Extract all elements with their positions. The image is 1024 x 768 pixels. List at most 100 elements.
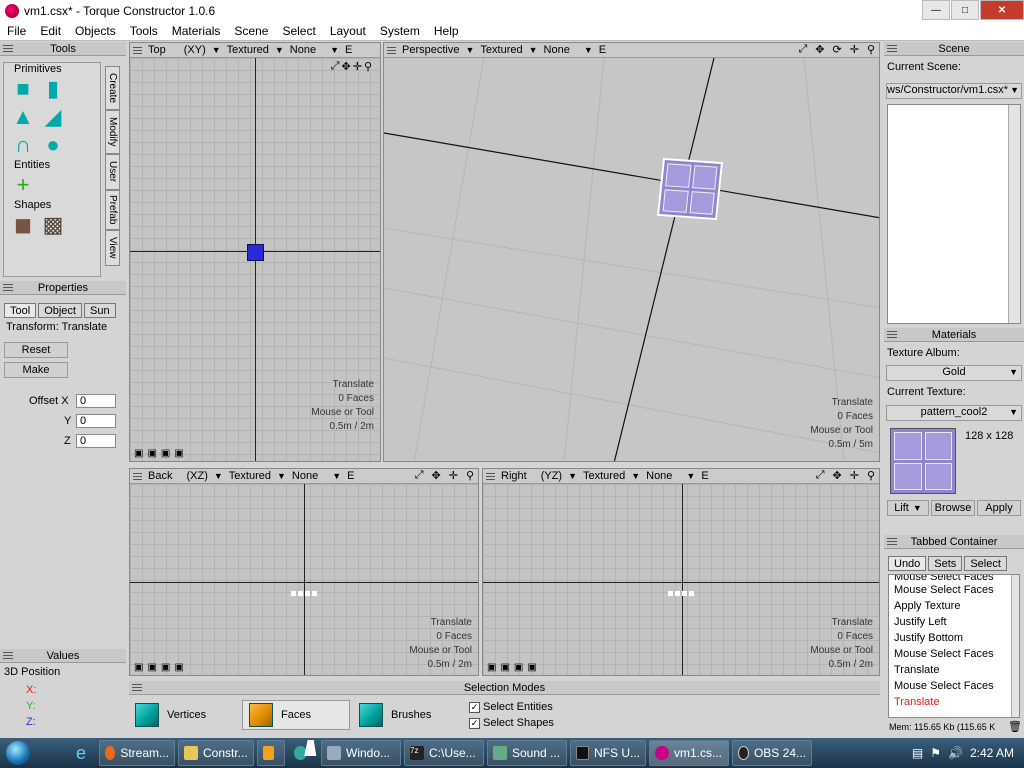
viewport-back[interactable]: Back (XZ) ▼ Textured ▼ None ▼ E ⤢ ✥ ✛ ⚲ Transl… [129, 468, 479, 676]
faces-mode-button[interactable]: Faces [242, 700, 350, 730]
zoom-icon[interactable]: ⚲ [867, 43, 875, 56]
current-texture-dropdown[interactable]: pattern_cool2 ▼ [886, 405, 1022, 421]
chevron-down-icon[interactable]: ▼ [584, 45, 593, 55]
viewport-back-name[interactable]: Back [148, 470, 172, 482]
properties-panel-header[interactable]: Properties [0, 281, 126, 295]
start-button[interactable] [0, 738, 36, 768]
trash-icon[interactable]: 🗑 [1008, 720, 1022, 733]
layout-icon[interactable]: ▣ [174, 662, 183, 673]
layout-icon[interactable]: ▣ [500, 662, 509, 673]
viewport-top-mode[interactable]: Textured [227, 44, 269, 56]
browse-button[interactable]: Browse [931, 500, 975, 516]
sphere-primitive-icon[interactable]: ● [38, 131, 68, 159]
pan-icon[interactable]: ✛ [449, 469, 458, 482]
scale-icon[interactable]: ⤢ [415, 469, 424, 482]
chevron-down-icon[interactable]: ▼ [330, 45, 339, 55]
brushes-mode-button[interactable]: Brushes [353, 700, 463, 730]
selected-brush[interactable] [247, 244, 264, 261]
shape-arch-icon[interactable]: ◼ [8, 211, 38, 239]
texture-album-dropdown[interactable]: Gold ▼ [886, 365, 1022, 381]
menu-edit[interactable]: Edit [33, 24, 68, 38]
pan-icon[interactable]: ✛ [850, 43, 859, 56]
viewport-right-mode[interactable]: Textured [583, 470, 625, 482]
taskbar-media-player[interactable] [257, 740, 285, 766]
tab-object[interactable]: Object [38, 303, 82, 318]
undo-item-current[interactable]: Translate [889, 694, 1019, 710]
textured-brush[interactable] [656, 157, 724, 221]
vertices-mode-button[interactable]: Vertices [129, 700, 239, 730]
menu-tools[interactable]: Tools [123, 24, 165, 38]
shape-robot-icon[interactable]: ▩ [38, 211, 68, 239]
layout-icon[interactable]: ▣ [487, 662, 496, 673]
taskbar-7zip[interactable]: 7z C:\Use... [404, 740, 484, 766]
add-entity-icon[interactable]: + [8, 171, 38, 199]
selection-modes-header[interactable]: Selection Modes [129, 681, 880, 695]
menu-layout[interactable]: Layout [323, 24, 373, 38]
chevron-down-icon[interactable]: ▼ [631, 471, 640, 481]
layout-icon[interactable]: ▣ [147, 662, 156, 673]
undo-item[interactable]: Justify Bottom [889, 630, 1019, 646]
scale-icon[interactable]: ⤢ [331, 60, 340, 73]
network-icon[interactable]: ▤ [912, 746, 923, 760]
pan-icon[interactable]: ✛ [850, 469, 859, 482]
taskbar-sound[interactable]: Sound ... [487, 740, 567, 766]
viewport-perspective-mode[interactable]: Textured [480, 44, 522, 56]
close-button[interactable]: ✕ [980, 0, 1024, 20]
zoom-icon[interactable]: ⚲ [364, 60, 372, 73]
layout-icon[interactable]: ▣ [147, 448, 156, 459]
menu-file[interactable]: File [0, 24, 33, 38]
layout-icon[interactable]: ▣ [174, 448, 183, 459]
undo-item[interactable]: Mouse Select Faces [889, 678, 1019, 694]
layout-icon[interactable]: ▣ [514, 662, 523, 673]
layout-icon[interactable]: ▣ [161, 448, 170, 459]
scale-icon[interactable]: ⤢ [798, 43, 807, 56]
scene-tree-list[interactable] [887, 104, 1021, 324]
tab-tool[interactable]: Tool [4, 303, 37, 318]
undo-list-scrollbar[interactable] [1011, 575, 1019, 717]
menu-objects[interactable]: Objects [68, 24, 123, 38]
undo-item[interactable]: Justify Left [889, 614, 1019, 630]
viewport-right-filter[interactable]: None [646, 470, 672, 482]
zoom-icon[interactable]: ⚲ [466, 469, 474, 482]
taskbar-nfs[interactable]: NFS U... [570, 740, 646, 766]
pyramid-primitive-icon[interactable]: ▲ [8, 103, 38, 131]
move-icon[interactable]: ✥ [432, 469, 441, 482]
tab-undo[interactable]: Undo [888, 556, 927, 571]
viewport-back-filter[interactable]: None [292, 470, 318, 482]
viewport-top-e[interactable]: E [345, 44, 352, 56]
chevron-down-icon[interactable]: ▼ [465, 45, 474, 55]
make-button[interactable]: Make [4, 362, 68, 378]
taskbar-torque[interactable]: vm1.cs... [649, 740, 729, 766]
viewport-perspective[interactable]: Perspective ▼ Textured ▼ None ▼ E ⤢ ✥ ⟳ ✛ ⚲ Tra… [383, 42, 880, 462]
current-scene-dropdown[interactable]: ws/Constructor/vm1.csx* ▼ [886, 83, 1022, 99]
chevron-down-icon[interactable]: ▼ [568, 471, 577, 481]
viewport-back-e[interactable]: E [347, 470, 354, 482]
chevron-down-icon[interactable]: ▼ [214, 471, 223, 481]
chevron-down-icon[interactable]: ▼ [277, 471, 286, 481]
viewport-perspective-filter[interactable]: None [544, 44, 570, 56]
chevron-down-icon[interactable]: ▼ [332, 471, 341, 481]
layout-icon[interactable]: ▣ [527, 662, 536, 673]
viewport-top[interactable]: Top (XY) ▼ Textured ▼ None ▼ E ⤢ ✥ ✛ ⚲ Transla… [129, 42, 381, 462]
texture-preview[interactable] [890, 428, 956, 494]
menu-scene[interactable]: Scene [227, 24, 275, 38]
reset-button[interactable]: Reset [4, 342, 68, 358]
taskbar-firefox[interactable]: Stream... [99, 740, 175, 766]
undo-item[interactable]: Translate [889, 662, 1019, 678]
pan-icon[interactable]: ✛ [353, 60, 362, 73]
brush-side-view[interactable] [291, 591, 317, 596]
menu-system[interactable]: System [373, 24, 427, 38]
select-entities-checkbox[interactable]: ✓ Select Entities [469, 701, 553, 713]
viewport-back-mode[interactable]: Textured [229, 470, 271, 482]
menu-help[interactable]: Help [427, 24, 466, 38]
side-tab-modify[interactable]: Modify [105, 110, 120, 154]
internet-explorer-icon[interactable]: e [66, 743, 96, 764]
viewport-top-name[interactable]: Top [148, 44, 166, 56]
move-icon[interactable]: ✥ [815, 43, 824, 56]
chevron-down-icon[interactable]: ▼ [212, 45, 221, 55]
tab-select[interactable]: Select [964, 556, 1007, 571]
scene-panel-header[interactable]: Scene [884, 42, 1024, 56]
viewport-right[interactable]: Right (YZ) ▼ Textured ▼ None ▼ E ⤢ ✥ ✛ ⚲ Trans… [482, 468, 880, 676]
cylinder-primitive-icon[interactable]: ▮ [38, 75, 68, 103]
brush-side-view[interactable] [668, 591, 694, 596]
